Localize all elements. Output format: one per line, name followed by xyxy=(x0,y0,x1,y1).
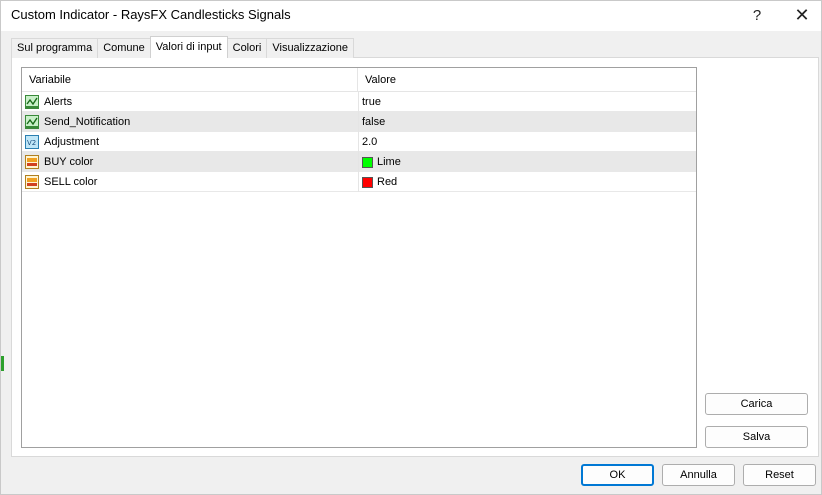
tab-visualization[interactable]: Visualizzazione xyxy=(266,38,354,58)
tab-inputs[interactable]: Valori di input xyxy=(149,36,228,58)
dialog-window: Custom Indicator - RaysFX Candlesticks S… xyxy=(0,0,822,495)
column-header-variable[interactable]: Variabile xyxy=(22,68,358,91)
row-value[interactable]: Red xyxy=(360,172,690,192)
row-value-text: 2.0 xyxy=(362,136,378,148)
row-value-text: false xyxy=(362,116,386,128)
color-swatch xyxy=(362,156,373,168)
row-value-text: Lime xyxy=(377,156,401,168)
color-icon xyxy=(25,175,39,189)
row-value[interactable]: false xyxy=(360,112,690,132)
bool-icon xyxy=(25,115,39,129)
row-variable-name: Adjustment xyxy=(44,136,100,148)
column-divider xyxy=(358,132,359,152)
cancel-button[interactable]: Annulla xyxy=(662,464,735,486)
grid-header: Variabile Valore xyxy=(22,68,696,92)
row-variable-name: Alerts xyxy=(44,96,73,108)
color-swatch xyxy=(362,176,373,188)
row-value[interactable]: 2.0 xyxy=(360,132,690,152)
row-value[interactable]: true xyxy=(360,92,690,112)
help-button[interactable]: ? xyxy=(736,1,778,29)
reset-button[interactable]: Reset xyxy=(743,464,816,486)
column-divider xyxy=(358,172,359,192)
tab-colors[interactable]: Colori xyxy=(226,38,268,58)
row-variable-name: Send_Notification xyxy=(44,116,131,128)
tab-common[interactable]: Comune xyxy=(97,38,151,58)
row-value-text: Red xyxy=(377,176,398,188)
table-row[interactable]: Alerts true xyxy=(22,92,696,112)
column-divider xyxy=(358,112,359,132)
row-variable-name: BUY color xyxy=(44,156,94,168)
svg-text:V2: V2 xyxy=(27,139,36,147)
column-header-value[interactable]: Valore xyxy=(358,68,694,91)
color-icon xyxy=(25,155,39,169)
window-title: Custom Indicator - RaysFX Candlesticks S… xyxy=(11,7,291,22)
tab-about[interactable]: Sul programma xyxy=(11,38,99,58)
table-row[interactable]: SELL color Red xyxy=(22,172,696,192)
ok-button[interactable]: OK xyxy=(581,464,654,486)
close-icon: ✕ xyxy=(794,4,810,25)
column-divider xyxy=(358,152,359,172)
value-icon: V2 xyxy=(25,135,39,149)
save-button[interactable]: Salva xyxy=(705,426,808,448)
help-icon: ? xyxy=(752,6,762,24)
close-button[interactable]: ✕ xyxy=(781,1,822,29)
table-row[interactable]: V2 Adjustment 2.0 xyxy=(22,132,696,152)
edge-strip xyxy=(1,356,4,371)
table-row[interactable]: Send_Notification false xyxy=(22,112,696,132)
bool-icon xyxy=(25,95,39,109)
tab-bar: Sul programma Comune Valori di input Col… xyxy=(11,36,354,58)
row-value[interactable]: Lime xyxy=(360,152,690,172)
table-row[interactable]: BUY color Lime xyxy=(22,152,696,172)
column-divider xyxy=(358,92,359,112)
title-bar: Custom Indicator - RaysFX Candlesticks S… xyxy=(1,1,821,31)
inputs-grid: Variabile Valore Alerts true Send_Notifi… xyxy=(21,67,697,448)
row-variable-name: SELL color xyxy=(44,176,98,188)
row-value-text: true xyxy=(362,96,381,108)
load-button[interactable]: Carica xyxy=(705,393,808,415)
